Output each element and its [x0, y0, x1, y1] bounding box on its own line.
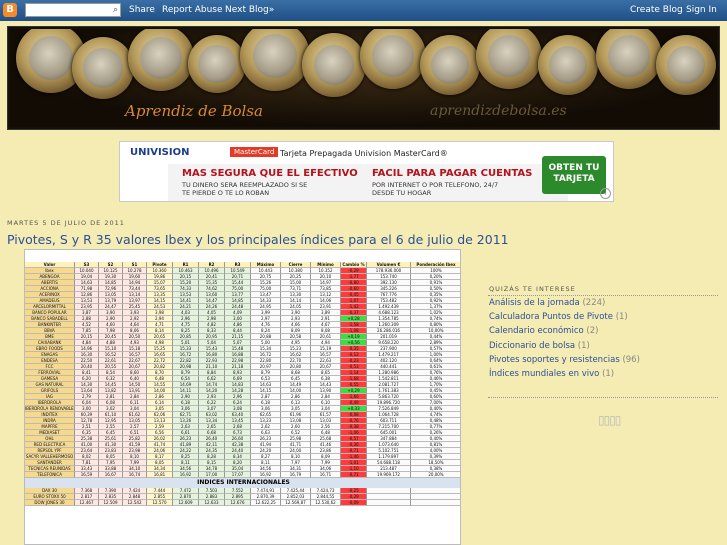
sidebar-item-label[interactable]: Calendario económico	[489, 326, 584, 336]
sidebar-title: QUIZÁS TE INTERESE	[489, 285, 576, 293]
table-cell	[411, 500, 460, 506]
sidebar-item-count: (96)	[622, 355, 640, 365]
sidebar-item-label[interactable]: Pivotes soportes y resistencias	[489, 355, 620, 365]
ad-headline-easy: FACIL PARA PAGAR CUENTAS	[372, 168, 533, 179]
header-title: Aprendiz de Bolsa	[125, 102, 263, 120]
mastercard-logo: MasterCard	[230, 147, 279, 157]
coin-image	[596, 29, 662, 89]
table-cell: 12.676	[225, 500, 251, 506]
sidebar-item-diccionario[interactable]: Diccionario de bolsa (1)	[489, 341, 590, 351]
sidebar-item-pivotes[interactable]: Pivotes soportes y resistencias (96)	[489, 355, 640, 365]
table-cell: DOW JONES 30	[25, 500, 75, 506]
coin-image	[656, 35, 716, 95]
indices-section-title: INDICES INTERNACIONALES	[25, 478, 460, 488]
index-row: DOW JONES 30 12.467 12.509 12.542 12.570 12.6…	[25, 500, 460, 506]
sidebar-item-label[interactable]: Análisis de la jornada	[489, 298, 580, 308]
table-cell: 12.633	[199, 500, 225, 506]
table-cell: 12.509	[99, 500, 123, 506]
sidebar-item-indices[interactable]: Índices mundiales en vivo (1)	[489, 369, 614, 379]
ad-tagline: Tarjeta Prepagada Univision MasterCard®	[280, 149, 448, 158]
share-link[interactable]: Share	[129, 5, 155, 15]
table-cell: 12.609	[173, 500, 199, 506]
next-blog-link[interactable]: Next Blog»	[225, 5, 274, 15]
sidebar-item-count: (1)	[602, 369, 615, 379]
coin-image	[128, 29, 194, 91]
search-icon[interactable]: ⌕	[113, 5, 118, 15]
advertisement-banner[interactable]: UNIVISION MasterCard Tarjeta Prepagada U…	[119, 141, 614, 202]
sidebar-item-calendario[interactable]: Calendario económico (2)	[489, 326, 598, 336]
coin-image	[476, 29, 542, 89]
table-cell: -0,09	[341, 500, 367, 506]
table-cell: 12.530,62	[311, 500, 341, 506]
sidebar-item-analisis[interactable]: Análisis de la jornada (224)	[489, 298, 605, 308]
sidebar-item-count: (2)	[586, 326, 599, 336]
pivot-table-image[interactable]: Valor S3 S2 S1 Pivote R1 R2 R3 Máximo Cierre Mínim…	[24, 249, 461, 545]
header-banner-image: Aprendiz de Bolsa aprendizdebolsa.es	[10, 29, 717, 127]
sidebar-item-count: (1)	[577, 341, 590, 351]
placeholder-glyph-icon: ▯▯▯▯	[598, 413, 621, 427]
ad-info-icon[interactable]: i	[600, 188, 611, 199]
post-date: MARTES 5 DE JULIO DE 2011	[7, 219, 125, 227]
table-cell: 12.467	[75, 500, 99, 506]
table-title-strip	[25, 250, 460, 262]
blog-header[interactable]: Aprendiz de Bolsa aprendizdebolsa.es	[7, 26, 720, 130]
ad-subtext-easy: POR INTERNET O POR TELEFONO, 24/7 DESDE …	[372, 181, 499, 197]
header-url: aprendizdebolsa.es	[430, 103, 567, 119]
blogger-navbar: B ⌕ Share Report Abuse Next Blog» Create…	[0, 0, 727, 21]
ad-headline-safe: MAS SEGURA QUE EL EFECTIVO	[182, 168, 358, 179]
sidebar-divider	[488, 295, 718, 296]
table-cell: 12.569,87	[281, 500, 311, 506]
sign-in-link[interactable]: Sign In	[686, 5, 717, 15]
coin-image	[188, 35, 246, 93]
sidebar-item-calculadora[interactable]: Calculadora Puntos de Pivote (1)	[489, 312, 628, 322]
ad-subtext-safe: TU DINERO SERA REEMPLAZADO SI SE TE PIER…	[182, 181, 308, 197]
sidebar-item-count: (1)	[615, 312, 628, 322]
report-abuse-link[interactable]: Report Abuse	[162, 5, 223, 15]
table-cell: 12.542	[123, 500, 147, 506]
univision-logo: UNIVISION	[130, 147, 190, 158]
coin-image	[360, 29, 426, 89]
sidebar-item-label[interactable]: Índices mundiales en vivo	[489, 369, 599, 379]
coin-image	[420, 35, 480, 95]
sidebar-item-label[interactable]: Diccionario de bolsa	[489, 341, 575, 351]
coin-image	[240, 29, 310, 91]
coin-image	[302, 33, 366, 97]
search-input[interactable]: ⌕	[25, 3, 121, 17]
blogger-logo-icon[interactable]: B	[3, 3, 17, 17]
coin-image	[538, 35, 598, 95]
sidebar-divider	[488, 397, 718, 398]
sidebar-item-label[interactable]: Calculadora Puntos de Pivote	[489, 312, 613, 322]
post-title[interactable]: Pivotes, S y R 35 valores Ibex y los pri…	[7, 232, 509, 247]
table-cell: 12.622,25	[251, 500, 281, 506]
table-cell	[367, 500, 411, 506]
get-card-button[interactable]: OBTEN TU TARJETA	[542, 156, 606, 194]
sidebar-item-count: (224)	[582, 298, 606, 308]
coin-image	[72, 37, 134, 99]
table-cell: 12.570	[147, 500, 173, 506]
create-blog-link[interactable]: Create Blog	[630, 5, 683, 15]
